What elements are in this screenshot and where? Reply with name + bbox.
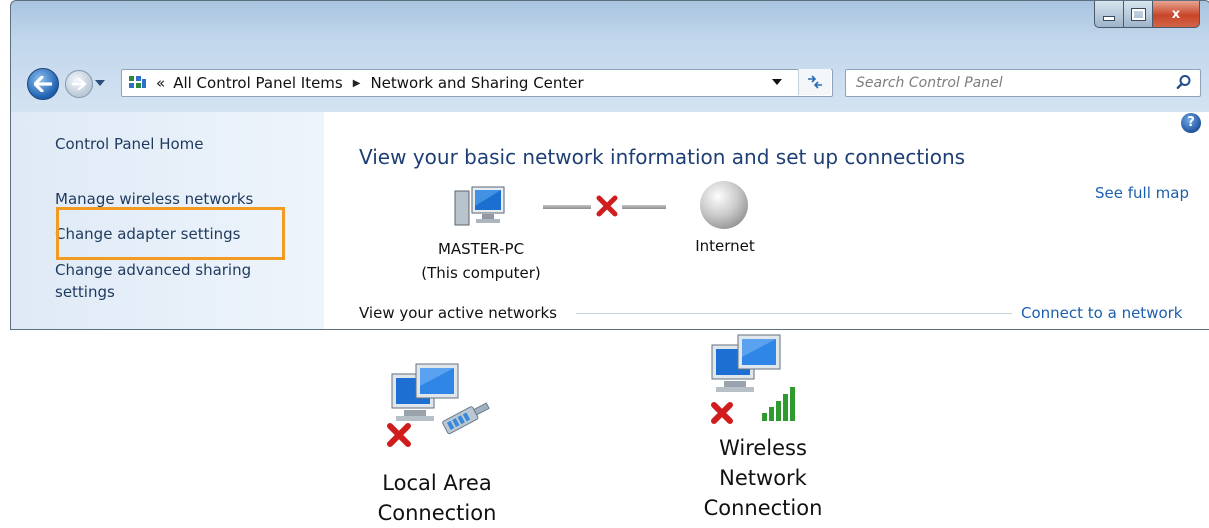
sidebar-item-advanced-sharing[interactable]: Change advanced sharing settings [55, 259, 285, 303]
forward-button[interactable] [65, 70, 93, 98]
maximize-button[interactable] [1124, 1, 1153, 28]
no-connection-x-icon[interactable] [594, 193, 620, 219]
sidebar-item-manage-wireless[interactable]: Manage wireless networks [55, 190, 253, 208]
map-connection-line [622, 205, 666, 209]
computer-label: MASTER-PC (This computer) [400, 237, 562, 285]
search-input[interactable] [846, 70, 1178, 96]
sidebar-item-control-panel-home[interactable]: Control Panel Home [55, 135, 204, 153]
minimize-button[interactable] [1094, 1, 1124, 28]
control-panel-icon [128, 74, 148, 92]
computer-note: (This computer) [421, 264, 541, 282]
lan-adapter-icon [387, 363, 490, 447]
search-box[interactable] [845, 69, 1201, 97]
title-bar[interactable]: x [11, 1, 1209, 59]
local-area-connection-icon[interactable] [362, 360, 510, 450]
back-button[interactable] [27, 68, 59, 100]
recent-pages-dropdown-icon[interactable] [95, 80, 105, 86]
divider [576, 313, 1012, 314]
map-connection-line [543, 205, 591, 209]
wireless-label-line1: Wireless [719, 436, 807, 460]
wireless-adapter-icon [711, 334, 795, 424]
window-controls: x [1094, 1, 1200, 28]
local-area-connection-label[interactable]: Local Area Connection [362, 468, 512, 528]
close-button[interactable]: x [1153, 1, 1200, 28]
breadcrumb-all-items[interactable]: All Control Panel Items [173, 74, 343, 92]
connect-network-link[interactable]: Connect to a network [1021, 304, 1183, 322]
active-networks-label: View your active networks [359, 304, 557, 322]
computer-icon[interactable] [452, 185, 506, 231]
back-arrow-icon [34, 76, 52, 92]
wireless-label-line3: Connection [703, 496, 823, 520]
navigation-bar: « All Control Panel Items ▶ Network and … [11, 66, 1209, 100]
search-icon[interactable] [1176, 74, 1192, 90]
sidebar-item-change-adapter[interactable]: Change adapter settings [55, 225, 241, 243]
forward-arrow-icon [72, 78, 86, 90]
page-title: View your basic network information and … [359, 145, 966, 169]
wireless-network-connection-label[interactable]: Wireless Network Connection [688, 433, 838, 523]
address-dropdown-icon[interactable] [772, 79, 782, 85]
maximize-icon [1130, 7, 1146, 21]
wireless-network-connection-icon[interactable] [698, 331, 828, 427]
computer-name: MASTER-PC [437, 240, 525, 258]
breadcrumb-separator-icon[interactable]: ▶ [353, 78, 361, 89]
breadcrumb-chevron[interactable]: « [156, 74, 165, 92]
lan-label-line2: Connection [377, 501, 497, 525]
address-bar[interactable]: « All Control Panel Items ▶ Network and … [121, 69, 833, 97]
wireless-label-line2: Network [719, 466, 807, 490]
refresh-icon [808, 75, 822, 89]
internet-label: Internet [695, 237, 755, 255]
see-full-map-link[interactable]: See full map [1095, 184, 1189, 202]
refresh-button[interactable] [798, 69, 831, 95]
close-icon: x [1171, 6, 1181, 22]
help-icon[interactable]: ? [1181, 113, 1201, 133]
minimize-icon [1103, 15, 1115, 21]
globe-icon[interactable] [700, 181, 748, 229]
lan-label-line1: Local Area [382, 471, 492, 495]
breadcrumb-network-center[interactable]: Network and Sharing Center [370, 74, 583, 92]
